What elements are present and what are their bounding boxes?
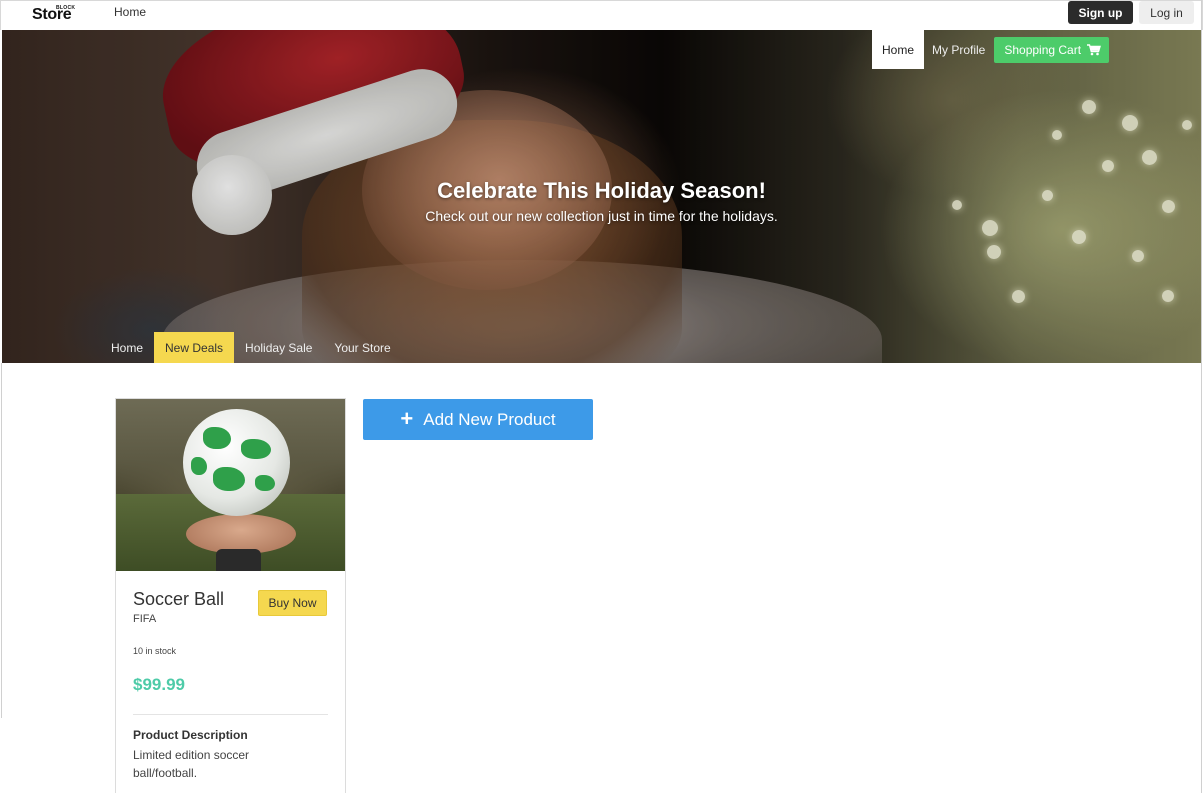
product-description-label: Product Description [133,728,248,742]
sign-up-button[interactable]: Sign up [1068,1,1133,24]
product-image-hand [186,514,296,554]
logo-subtext: BLOCK [56,5,76,11]
card-divider [133,714,328,715]
soccer-ball-image [183,409,290,516]
category-tab-home[interactable]: Home [100,332,154,363]
ball-patch [241,439,271,459]
product-description: Limited edition soccer ball/football. [133,748,250,780]
ball-patch [191,457,207,475]
product-price: $99.99 [133,675,185,694]
buy-now-button[interactable]: Buy Now [258,590,327,616]
ball-patch [255,475,275,491]
shopping-cart-label: Shopping Cart [1004,42,1082,57]
hero-nav-home[interactable]: Home [872,30,924,69]
hero-nav: Home My Profile Shopping Cart [872,30,1110,69]
shopping-cart-icon [1087,43,1102,56]
hero-nav-my-profile[interactable]: My Profile [932,43,985,57]
page-border-right [1201,0,1202,793]
category-tab-holiday-sale[interactable]: Holiday Sale [234,332,323,363]
category-tab-your-store[interactable]: Your Store [323,332,401,363]
hero-banner: Celebrate This Holiday Season! Check out… [2,30,1201,363]
product-stock: 10 in stock [133,646,177,656]
category-tab-new-deals[interactable]: New Deals [154,332,235,363]
top-home-link[interactable]: Home [114,5,146,19]
add-new-product-label: Add New Product [423,409,556,429]
hero-subtitle: Check out our new collection just in tim… [425,208,778,224]
ball-patch [213,467,245,491]
product-brand: FIFA [133,613,157,625]
hero-title: Celebrate This Holiday Season! [437,178,766,203]
top-navbar: Store BLOCK Home Sign up Log in [0,0,1203,30]
shopping-cart-button[interactable]: Shopping Cart [994,36,1110,63]
category-nav: Home New Deals Holiday Sale Your Store [100,332,402,363]
product-image-wrist [216,549,261,571]
ball-patch [203,427,231,449]
product-image[interactable] [116,399,345,571]
log-in-button[interactable]: Log in [1139,1,1194,24]
add-new-product-button[interactable]: + Add New Product [363,399,593,440]
store-logo[interactable]: Store BLOCK [32,3,78,27]
product-card: Soccer Ball FIFA Buy Now 10 in stock $99… [115,398,346,793]
page-border-left [1,363,2,718]
product-name: Soccer Ball [133,589,225,609]
plus-icon: + [400,405,414,431]
